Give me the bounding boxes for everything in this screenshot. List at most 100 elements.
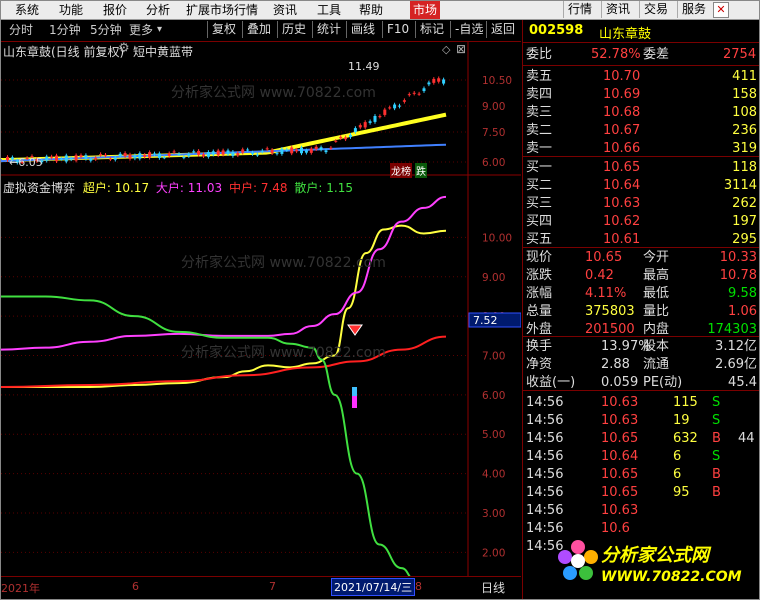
news-button[interactable]: 资讯 bbox=[601, 1, 634, 18]
ask-row: 卖五 10.70 411 bbox=[523, 68, 759, 85]
close-pane-icon[interactable]: ⊠ bbox=[456, 42, 466, 56]
candle-body bbox=[133, 155, 137, 159]
tick-time: 14:56 bbox=[526, 395, 564, 410]
fund-label: 收益(一) bbox=[526, 375, 576, 390]
period-5min[interactable]: 5分钟 bbox=[90, 22, 122, 38]
menu-news[interactable]: 资讯 bbox=[270, 1, 300, 19]
period-intraday[interactable]: 分时 bbox=[9, 22, 33, 38]
tick-time: 14:56 bbox=[526, 431, 564, 446]
menu-system[interactable]: 系统 bbox=[12, 1, 42, 19]
candle-body bbox=[50, 156, 54, 158]
candle-body bbox=[329, 147, 333, 149]
candle-body bbox=[349, 134, 352, 138]
fund-value: 3.12亿 bbox=[715, 339, 757, 354]
candle-body bbox=[236, 153, 240, 156]
indicator-name: 短中黄蓝带 bbox=[133, 45, 194, 59]
candle-body bbox=[84, 155, 88, 159]
diamond-icon[interactable]: ◇ bbox=[442, 43, 450, 56]
chevron-down-icon[interactable]: ▾ bbox=[157, 22, 162, 38]
candle-body bbox=[324, 150, 328, 153]
candle-body bbox=[202, 154, 205, 157]
candle-body bbox=[211, 151, 215, 155]
longhu-badge: 龙榜 bbox=[390, 163, 412, 178]
candle-body bbox=[378, 116, 382, 118]
marker-bar-icon bbox=[352, 387, 357, 396]
quote-button[interactable]: 行情 bbox=[563, 1, 596, 18]
ask-label: 卖二 bbox=[526, 123, 553, 138]
menu-quote[interactable]: 报价 bbox=[100, 1, 130, 19]
stat-value: 10.78 bbox=[719, 268, 757, 283]
back-button[interactable]: 返回 bbox=[486, 21, 519, 38]
menu-help[interactable]: 帮助 bbox=[356, 1, 386, 19]
adjust-button[interactable]: 复权 bbox=[207, 21, 240, 38]
chart-area[interactable]: 10.509.007.506.00 10.009.008.007.006.005… bbox=[1, 41, 522, 587]
fund-label: 股本 bbox=[643, 339, 670, 354]
candle-body bbox=[353, 128, 357, 132]
trade-button[interactable]: 交易 bbox=[639, 1, 672, 18]
tick-row: 14:56 10.63 bbox=[523, 502, 759, 519]
candle-body bbox=[427, 82, 431, 85]
fund-row: 净资 2.88 流通 2.69亿 bbox=[523, 356, 759, 373]
ask-row: 卖三 10.68 108 bbox=[523, 104, 759, 121]
fund-label: 换手 bbox=[526, 339, 553, 354]
stat-label: 总量 bbox=[526, 304, 553, 319]
menu-tools[interactable]: 工具 bbox=[314, 1, 344, 19]
candle-body bbox=[221, 150, 225, 155]
draw-button[interactable]: 画线 bbox=[346, 21, 379, 38]
candle-body bbox=[260, 150, 264, 152]
stat-label: 量比 bbox=[643, 304, 670, 319]
history-button[interactable]: 历史 bbox=[277, 21, 310, 38]
bid-label: 买四 bbox=[526, 214, 553, 229]
gear-icon[interactable]: ⚙ bbox=[118, 41, 130, 56]
tick-volume: 19 bbox=[673, 413, 690, 428]
stat-label: 今开 bbox=[643, 250, 670, 265]
candle-body bbox=[226, 150, 230, 155]
tick-volume: 6 bbox=[673, 467, 682, 482]
stats-button[interactable]: 统计 bbox=[312, 21, 345, 38]
menu-analysis[interactable]: 分析 bbox=[143, 1, 173, 19]
ask-volume: 108 bbox=[732, 105, 757, 120]
bid-volume: 118 bbox=[732, 160, 757, 175]
fund-row: 换手 13.97% 股本 3.12亿 bbox=[523, 338, 759, 355]
date-axis: 2021年 6 7 2021/07/14/三 8 日线 bbox=[1, 576, 521, 599]
service-button[interactable]: 服务 bbox=[677, 1, 710, 18]
menu-market[interactable]: 市场 bbox=[410, 1, 441, 19]
close-icon[interactable]: ✕ bbox=[713, 2, 729, 18]
bid-price: 10.62 bbox=[603, 214, 641, 229]
period-1min[interactable]: 1分钟 bbox=[49, 22, 81, 38]
candle-body bbox=[108, 158, 112, 160]
candle-body bbox=[422, 88, 426, 92]
menu-function[interactable]: 功能 bbox=[56, 1, 86, 19]
candle-body bbox=[334, 140, 338, 142]
candle-body bbox=[314, 146, 318, 150]
tick-price: 10.63 bbox=[601, 395, 639, 410]
indicator-header: 虚拟资金博弈 超户: 10.17 大户: 11.03 中户: 7.48 散户: … bbox=[3, 179, 353, 196]
month-label: 7 bbox=[269, 580, 276, 593]
indicator-title: 虚拟资金博弈 bbox=[3, 181, 76, 195]
ask-price: 10.69 bbox=[603, 87, 641, 102]
f10-button[interactable]: F10 bbox=[382, 21, 413, 38]
candle-body bbox=[363, 122, 367, 128]
upper-axis-tick: 10.50 bbox=[482, 75, 512, 87]
fund-value: 0.059 bbox=[601, 375, 639, 390]
tick-row: 14:56 10.65 632 B 44 bbox=[523, 430, 759, 447]
lower-axis-tick: 2.00 bbox=[482, 547, 505, 559]
period-more[interactable]: 更多 bbox=[129, 22, 153, 38]
overlay-button[interactable]: 叠加 bbox=[242, 21, 275, 38]
menu-extended-market[interactable]: 扩展市场行情 bbox=[183, 1, 261, 19]
candle-body bbox=[407, 94, 411, 96]
period-daily-button[interactable]: 日线 bbox=[481, 579, 505, 596]
candle-body bbox=[113, 157, 117, 160]
stat-value: 1.06 bbox=[728, 304, 757, 319]
watermark: 分析家公式网 www.70822.com bbox=[181, 345, 386, 361]
candle-body bbox=[172, 151, 176, 153]
candle-body bbox=[177, 153, 181, 155]
candle-body bbox=[358, 125, 362, 128]
ask-volume: 411 bbox=[732, 69, 757, 84]
lower-axis-tick: 10.00 bbox=[482, 232, 512, 244]
mark-button[interactable]: 标记 bbox=[415, 21, 448, 38]
fund-row: 收益(一) 0.059 PE(动) 45.4 bbox=[523, 374, 759, 391]
ask-volume: 319 bbox=[732, 141, 757, 156]
big-value: 11.03 bbox=[187, 181, 223, 195]
watchlist-button[interactable]: -自选 bbox=[450, 21, 487, 38]
